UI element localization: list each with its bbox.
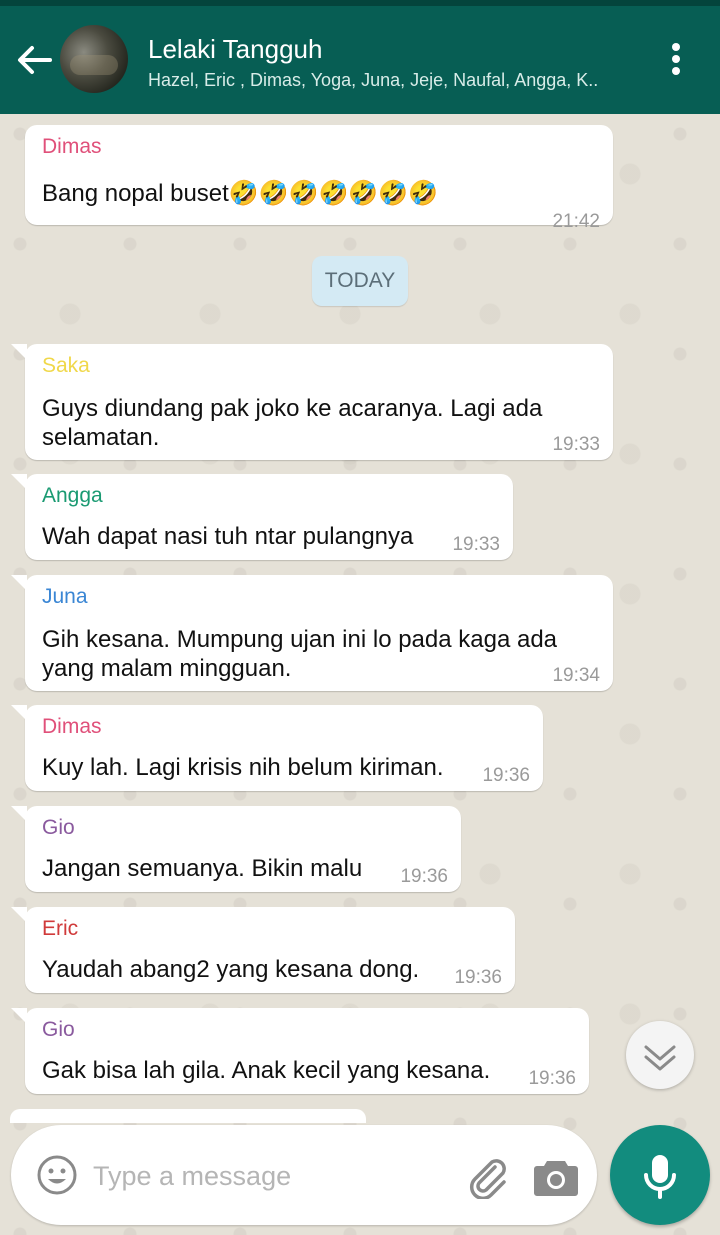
message-time: 19:36 (528, 1068, 576, 1089)
message-time: 19:36 (482, 765, 530, 786)
scroll-to-bottom-button[interactable] (626, 1021, 694, 1089)
attachment-icon[interactable] (463, 1153, 509, 1201)
camera-icon[interactable] (533, 1155, 579, 1197)
message-bubble[interactable]: Saka Guys diundang pak joko ke acaranya.… (11, 344, 613, 460)
message-text: Jangan semuanya. Bikin malu (42, 855, 363, 882)
message-sender: Eric (42, 917, 79, 940)
back-arrow-icon[interactable] (14, 40, 54, 80)
message-time: 19:33 (552, 434, 600, 455)
message-sender: Dimas (42, 715, 102, 738)
mic-icon (644, 1155, 676, 1199)
message-input[interactable] (91, 1153, 435, 1199)
message-sender: Saka (42, 354, 90, 377)
more-vert-icon[interactable] (664, 40, 688, 80)
message-time: 21:42 (552, 211, 600, 232)
composer-bar (11, 1125, 597, 1225)
message-bubble[interactable]: Dimas Bang nopal buset🤣🤣🤣🤣🤣🤣🤣 21:42 (25, 125, 613, 232)
message-text: Bang nopal buset🤣🤣🤣🤣🤣🤣🤣 (42, 180, 438, 207)
message-time: 19:34 (552, 665, 600, 686)
chat-members[interactable]: Hazel, Eric , Dimas, Yoga, Juna, Jeje, N… (148, 70, 618, 91)
mic-button[interactable] (610, 1125, 710, 1225)
message-sender: Dimas (42, 135, 102, 158)
message-time: 19:36 (454, 967, 502, 988)
message-text: Guys diundang pak joko ke acaranya. Lagi… (42, 395, 543, 451)
message-bubble[interactable]: Gio Gak bisa lah gila. Anak kecil yang k… (11, 1008, 589, 1094)
chat-area[interactable]: Dimas Bang nopal buset🤣🤣🤣🤣🤣🤣🤣 21:42 TODA… (0, 114, 720, 1235)
message-bubble[interactable]: Eric Yaudah abang2 yang kesana dong. 19:… (11, 907, 515, 993)
emoji-icon[interactable] (37, 1155, 77, 1195)
message-text: Gak bisa lah gila. Anak kecil yang kesan… (42, 1057, 491, 1084)
message-text: Kuy lah. Lagi krisis nih belum kiriman. (42, 754, 444, 781)
message-sender: Gio (42, 816, 75, 839)
message-bubble[interactable]: Angga Wah dapat nasi tuh ntar pulangnya … (11, 474, 513, 560)
message-bubble[interactable]: Juna Gih kesana. Mumpung ujan ini lo pad… (11, 575, 613, 691)
message-time: 19:36 (400, 866, 448, 887)
message-sender: Juna (42, 585, 88, 608)
message-sender: Gio (42, 1018, 75, 1041)
group-avatar[interactable] (60, 25, 128, 93)
app-bar: Lelaki Tangguh Hazel, Eric , Dimas, Yoga… (0, 6, 720, 114)
date-divider: TODAY (312, 256, 408, 306)
message-bubble[interactable]: Gio Jangan semuanya. Bikin malu 19:36 (11, 806, 461, 892)
message-text: Wah dapat nasi tuh ntar pulangnya (42, 523, 414, 550)
message-bubble-partial (10, 1109, 366, 1123)
chat-title[interactable]: Lelaki Tangguh (148, 34, 322, 65)
chevron-down-icon (644, 1045, 676, 1071)
message-sender: Angga (42, 484, 103, 507)
message-text: Yaudah abang2 yang kesana dong. (42, 956, 420, 983)
message-bubble[interactable]: Dimas Kuy lah. Lagi krisis nih belum kir… (11, 705, 543, 791)
message-text: Gih kesana. Mumpung ujan ini lo pada kag… (42, 626, 558, 682)
message-time: 19:33 (452, 534, 500, 555)
